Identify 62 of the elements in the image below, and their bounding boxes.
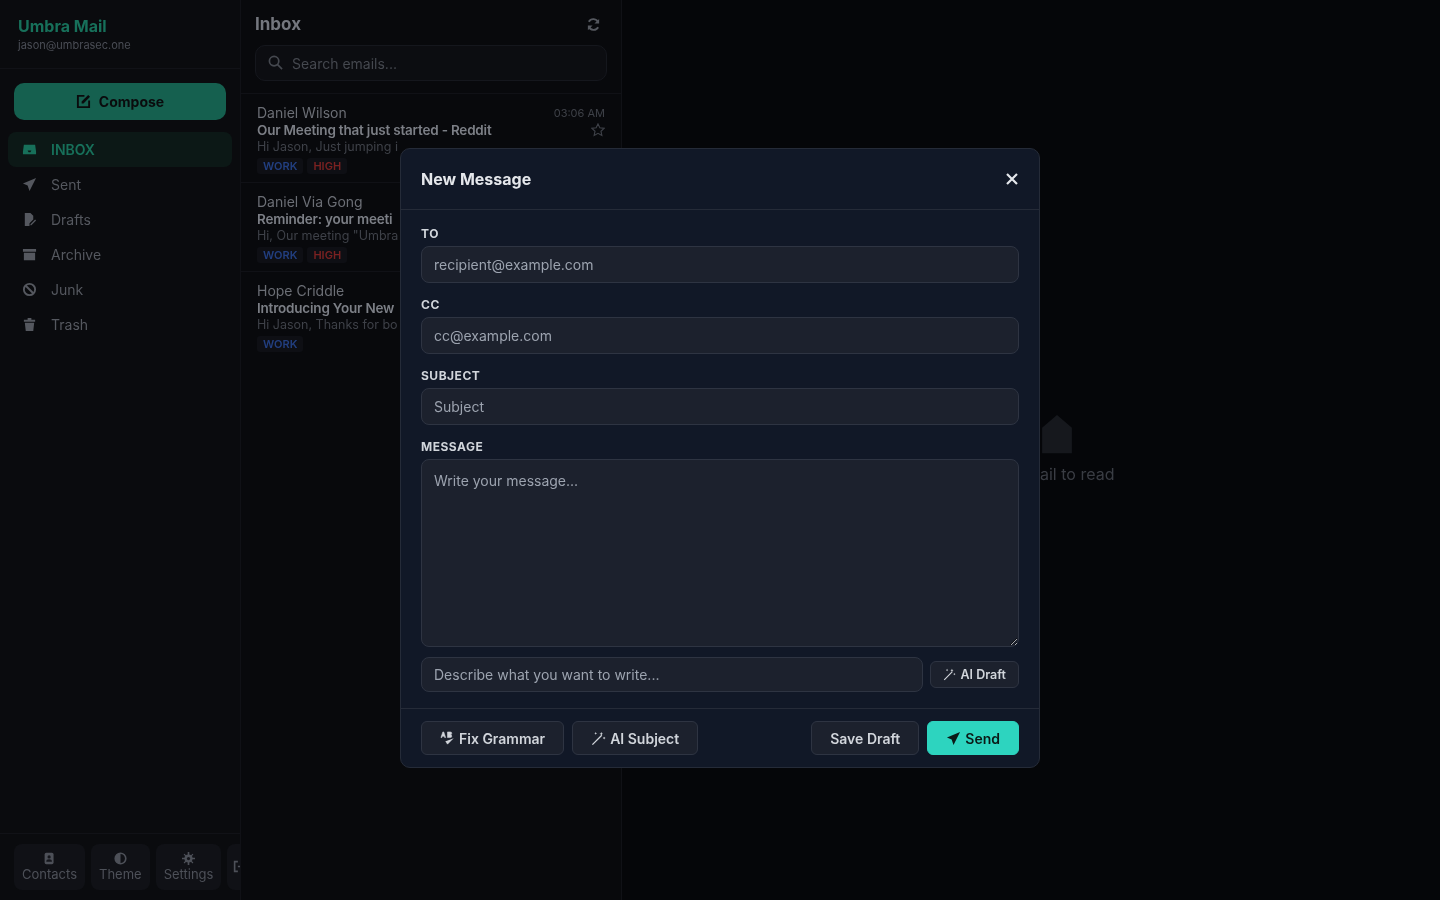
half-circle-icon <box>113 852 127 865</box>
input-field[interactable]: cc@example.com <box>421 317 1019 354</box>
email-preview: Hi Jason, Thanks for bo <box>257 317 398 332</box>
search-icon <box>268 55 283 70</box>
action-button[interactable]: Fix Grammar <box>421 721 565 755</box>
field-label: TO <box>421 226 440 241</box>
magic-wand-icon <box>591 730 607 746</box>
folder-item[interactable]: Trash <box>8 307 232 342</box>
spellcheck-icon <box>440 730 455 746</box>
email-tag: WORK <box>257 158 304 174</box>
empty-state-text: ail to read <box>1040 464 1115 484</box>
input-field[interactable]: Subject <box>421 388 1019 425</box>
folder-item[interactable]: Drafts <box>8 202 232 237</box>
email-preview: Hi, Our meeting "Umbra <box>257 228 399 243</box>
email-preview: Hi Jason, Just jumping i <box>257 139 398 154</box>
edit-icon <box>75 94 91 109</box>
search-field[interactable]: Search emails... <box>255 45 607 81</box>
folder-item[interactable]: INBOX <box>8 132 232 167</box>
settings-icon <box>182 852 196 865</box>
compose-button[interactable]: Compose <box>14 83 226 120</box>
trash-icon <box>22 317 37 332</box>
paper-plane-icon <box>946 730 962 746</box>
document-pen-icon <box>22 212 37 227</box>
archive-box-icon <box>22 247 37 262</box>
email-sender: Daniel Via Gong <box>257 193 363 210</box>
footer-button[interactable]: Theme <box>91 844 150 890</box>
ai-draft-button[interactable]: AI Draft <box>930 661 1019 688</box>
email-tag: WORK <box>257 336 304 352</box>
inbox-icon <box>22 142 37 157</box>
email-sender: Hope Criddle <box>257 282 345 299</box>
email-subject: Reminder: your meeti <box>257 211 393 227</box>
account-email: jason@umbrasec.one <box>18 38 132 52</box>
email-time: 03:06 AM <box>553 105 605 120</box>
footer-button[interactable]: Contacts <box>14 844 85 890</box>
email-sender: Daniel Wilson <box>257 104 347 121</box>
list-title: Inbox <box>255 14 302 34</box>
folder-item[interactable]: Sent <box>8 167 232 202</box>
close-icon[interactable] <box>1005 172 1019 186</box>
email-tag: HIGH <box>307 247 348 263</box>
ban-icon <box>22 282 37 297</box>
footer-button[interactable]: Settings <box>155 844 222 890</box>
email-tag: WORK <box>257 247 304 263</box>
ai-prompt-field[interactable]: Describe what you want to write... <box>421 657 924 692</box>
email-tag: HIGH <box>307 158 348 174</box>
action-button[interactable]: AI Subject <box>572 721 699 755</box>
field-label: CC <box>421 297 441 312</box>
paper-plane-icon <box>22 177 37 192</box>
field-label: SUBJECT <box>421 368 482 383</box>
refresh-icon[interactable] <box>586 16 601 32</box>
app-name: Umbra Mail <box>18 16 108 36</box>
email-subject: Our Meeting that just started - Reddit <box>257 122 492 138</box>
email-subject: Introducing Your New <box>257 300 395 316</box>
star-icon[interactable] <box>591 123 605 137</box>
action-button[interactable]: Send <box>927 721 1019 755</box>
folder-item[interactable]: Junk <box>8 272 232 307</box>
action-button[interactable]: Save Draft <box>811 721 920 755</box>
input-field[interactable]: recipient@example.com <box>421 246 1019 283</box>
message-field[interactable]: Write your message... <box>421 459 1019 647</box>
field-label: MESSAGE <box>421 439 485 454</box>
magic-wand-icon <box>943 668 957 681</box>
contact-card-icon <box>43 852 56 865</box>
folder-item[interactable]: Archive <box>8 237 232 272</box>
